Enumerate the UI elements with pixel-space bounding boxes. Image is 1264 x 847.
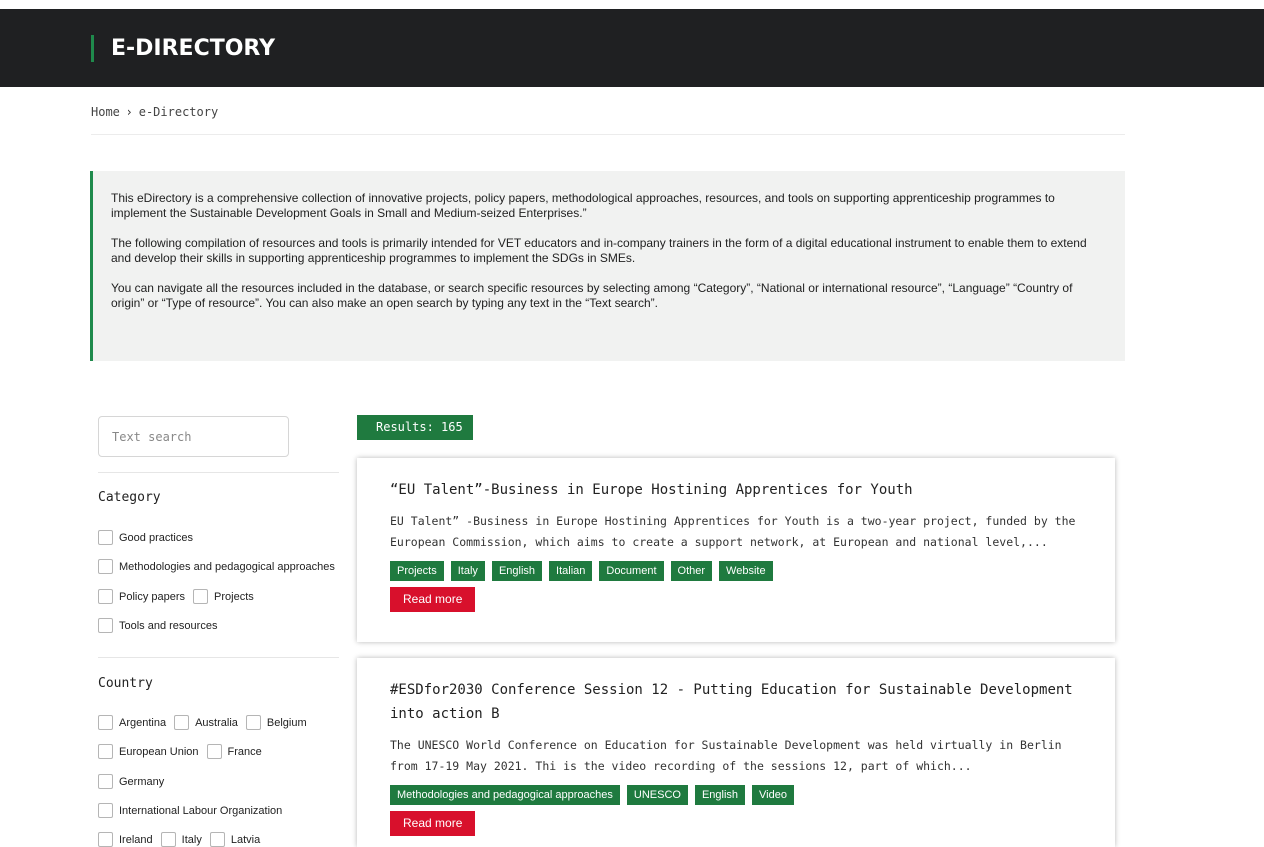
tag[interactable]: UNESCO [626,785,688,805]
country-options-row: Germany [98,774,172,789]
checkbox[interactable] [98,832,113,847]
checkbox[interactable] [98,774,113,789]
result-card: #ESDfor2030 Conference Session 12 - Putt… [357,658,1115,847]
tag[interactable]: Other [670,561,713,581]
intro-paragraph-1: This eDirectory is a comprehensive colle… [111,191,1055,220]
intro-panel: This eDirectory is a comprehensive colle… [90,171,1125,361]
intro-paragraph-3: You can navigate all the resources inclu… [111,281,1073,310]
checkbox[interactable] [98,803,113,818]
country-options-row: International Labour Organization [98,803,290,818]
category-options-row: Tools and resources [98,618,225,633]
result-description: The UNESCO World Conference on Education… [390,738,1062,773]
results-count-badge: Results: 165 [357,415,473,440]
checkbox[interactable] [193,589,209,604]
country-option-france[interactable]: France [206,744,262,759]
checkbox[interactable] [98,744,113,759]
country-option-germany[interactable]: Germany [98,774,164,789]
filter-divider [98,472,339,473]
checkbox[interactable] [160,832,176,847]
result-title[interactable]: #ESDfor2030 Conference Session 12 - Putt… [390,678,1082,726]
result-title[interactable]: “EU Talent”-Business in Europe Hostining… [390,478,1082,502]
checkbox[interactable] [98,559,113,574]
result-tags: Projects Italy English Italian Document … [390,561,1082,581]
country-option-latvia[interactable]: Latvia [209,832,260,847]
country-options-row: Ireland Italy Latvia [98,832,268,847]
breadcrumb-home-link[interactable]: Home [91,105,120,119]
checkbox[interactable] [98,530,113,545]
tag[interactable]: Website [719,561,773,581]
category-option-good-practices[interactable]: Good practices [98,530,193,545]
category-option-projects[interactable]: Projects [193,589,254,604]
text-search-input[interactable] [98,416,289,457]
tag[interactable]: English [491,561,543,581]
result-description: EU Talent” -Business in Europe Hostining… [390,514,1076,549]
tag[interactable]: Video [752,785,794,805]
filter-divider [98,657,339,658]
category-option-methodologies[interactable]: Methodologies and pedagogical approaches [98,559,335,574]
country-option-european-union[interactable]: European Union [98,744,199,759]
page-title: E-DIRECTORY [111,36,276,61]
breadcrumb: Home › e-Directory [91,104,218,120]
country-option-belgium[interactable]: Belgium [245,715,307,730]
checkbox[interactable] [206,744,222,759]
country-options-row: Argentina Australia Belgium [98,715,315,730]
site-header: E-DIRECTORY [0,9,1264,87]
tag[interactable]: English [694,785,746,805]
read-more-button[interactable]: Read more [390,587,476,612]
divider [91,134,1125,135]
tag[interactable]: Italian [549,561,593,581]
checkbox[interactable] [174,715,190,730]
read-more-button[interactable]: Read more [390,811,476,836]
category-options-row: Policy papers Projects [98,589,262,604]
category-options-row: Methodologies and pedagogical approaches [98,559,343,574]
result-card: “EU Talent”-Business in Europe Hostining… [357,458,1115,642]
country-option-ilo[interactable]: International Labour Organization [98,803,282,818]
chevron-right-icon: › [126,105,132,119]
category-filter-title: Category [98,490,161,505]
checkbox[interactable] [245,715,261,730]
country-options-row: European Union France [98,744,270,759]
country-option-australia[interactable]: Australia [174,715,238,730]
country-option-argentina[interactable]: Argentina [98,715,166,730]
country-option-italy[interactable]: Italy [160,832,202,847]
result-tags: Methodologies and pedagogical approaches… [390,785,1082,805]
intro-paragraph-2: The following compilation of resources a… [111,236,1087,265]
tag[interactable]: Document [599,561,664,581]
tag[interactable]: Projects [390,561,444,581]
header-accent-bar [91,35,94,62]
checkbox[interactable] [98,589,113,604]
category-option-tools-and-resources[interactable]: Tools and resources [98,618,217,633]
checkbox[interactable] [98,715,113,730]
country-option-ireland[interactable]: Ireland [98,832,153,847]
breadcrumb-current: e-Directory [138,105,219,119]
tag[interactable]: Italy [450,561,485,581]
category-options-row: Good practices [98,530,201,545]
checkbox[interactable] [98,618,113,633]
category-option-policy-papers[interactable]: Policy papers [98,589,185,604]
checkbox[interactable] [209,832,225,847]
country-filter-title: Country [98,676,153,691]
tag[interactable]: Methodologies and pedagogical approaches [390,785,620,805]
